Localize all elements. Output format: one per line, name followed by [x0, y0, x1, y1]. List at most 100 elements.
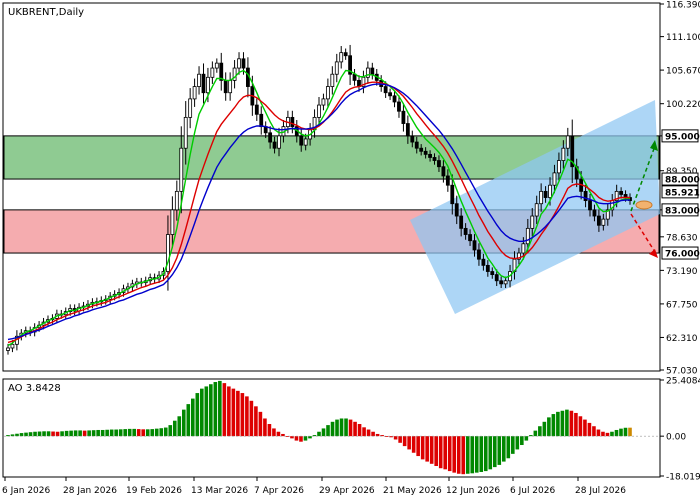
ao-bar	[294, 436, 299, 441]
candle-body	[392, 95, 397, 103]
ao-tick-label: 0.00	[666, 433, 686, 443]
candle-body	[619, 190, 624, 195]
ao-bar	[330, 421, 335, 437]
ao-bar	[299, 436, 303, 442]
candle-body	[494, 274, 499, 282]
ao-bar	[520, 436, 524, 446]
time-tick-label: 19 Feb 2026	[126, 486, 182, 496]
ao-bar	[303, 436, 308, 441]
ao-bar	[263, 418, 267, 437]
ao-bar	[447, 436, 452, 472]
candle-body	[223, 79, 228, 94]
ao-bar	[222, 383, 227, 437]
ao-bar	[465, 436, 470, 474]
candle-body	[259, 113, 264, 128]
candle-body	[499, 280, 504, 285]
ao-bar	[565, 409, 569, 437]
candle-body	[463, 227, 468, 235]
candle-body	[268, 132, 273, 143]
candle-body	[254, 104, 259, 115]
ao-bar	[168, 425, 173, 437]
ao-bar	[393, 436, 398, 440]
price-tick-label: 62.310	[666, 334, 698, 344]
ao-bar	[614, 429, 619, 437]
candle-body	[601, 218, 606, 226]
ao-bar	[596, 429, 601, 437]
candle-body	[272, 141, 277, 149]
ao-bar	[240, 393, 245, 437]
candle-body	[597, 215, 601, 226]
price-tick-label: 73.190	[666, 267, 698, 277]
ao-bar	[64, 430, 69, 437]
candle-body	[530, 215, 535, 229]
candle-body	[539, 190, 544, 205]
price-tick-label: 111.100	[666, 33, 700, 43]
candle-body	[481, 258, 486, 266]
candle-body	[317, 104, 321, 118]
ao-bar	[195, 393, 200, 437]
ao-bar	[619, 428, 623, 437]
ao-bar	[177, 416, 182, 437]
ao-bar	[127, 428, 132, 437]
ao-bar	[501, 436, 506, 462]
ao-bar	[321, 428, 326, 437]
ao-bar	[434, 436, 438, 467]
ao-bar	[114, 429, 118, 437]
candle-body	[179, 147, 184, 192]
ao-bar	[497, 436, 502, 465]
ao-bar	[163, 427, 168, 437]
ao-bar	[443, 436, 448, 470]
ao-bar	[159, 428, 164, 437]
candle-body	[561, 147, 566, 161]
ao-bar	[308, 436, 312, 439]
ao-bar	[15, 433, 19, 437]
candle-body	[401, 110, 406, 124]
ao-bar	[479, 436, 484, 472]
ao-bar	[132, 428, 137, 437]
time-tick-label: 12 Jun 2026	[446, 486, 500, 496]
price-tick-label: 116.390	[666, 1, 700, 11]
candle-body	[525, 227, 530, 245]
candle-body	[450, 184, 455, 205]
ao-bar	[574, 412, 578, 437]
ao-bar	[200, 388, 204, 437]
candle-body	[325, 86, 330, 100]
candle-body	[188, 98, 193, 118]
ao-bar	[605, 432, 610, 437]
ao-bar	[145, 429, 150, 437]
candle-body	[588, 200, 592, 211]
candle-body	[552, 172, 557, 186]
ao-bar	[506, 436, 511, 459]
ao-bar	[425, 436, 429, 462]
ao-bar	[276, 431, 281, 437]
ao-bar	[366, 429, 371, 437]
ao-bar	[254, 406, 258, 437]
ao-bar	[515, 436, 520, 450]
time-tick-label: 7 Apr 2026	[254, 486, 304, 496]
ao-bar	[290, 436, 294, 439]
chart-canvas[interactable]: 116.390111.100105.670100.22095.00089.350…	[0, 0, 700, 500]
ao-bar	[317, 431, 321, 437]
ao-bar	[82, 430, 87, 437]
ao-bar	[592, 426, 596, 437]
ao-bar	[371, 431, 375, 437]
candle-body	[414, 141, 419, 149]
candle-body	[472, 240, 477, 251]
ao-bar	[587, 422, 592, 437]
candle-body	[183, 116, 188, 149]
ao-bar	[438, 436, 443, 469]
time-tick-label: 21 May 2026	[383, 486, 442, 496]
candle-body	[321, 98, 326, 106]
ao-bar	[213, 382, 218, 437]
ao-bar	[267, 424, 272, 437]
candle-body	[210, 67, 215, 78]
ao-bar	[551, 414, 556, 437]
candle-body	[192, 86, 197, 100]
ao-bar	[411, 436, 416, 453]
ao-bar	[560, 410, 565, 437]
candle-body	[303, 138, 308, 146]
ao-bar	[339, 418, 344, 437]
ao-bar	[60, 431, 64, 437]
ao-bar	[231, 388, 236, 437]
ao-bar	[258, 411, 263, 437]
